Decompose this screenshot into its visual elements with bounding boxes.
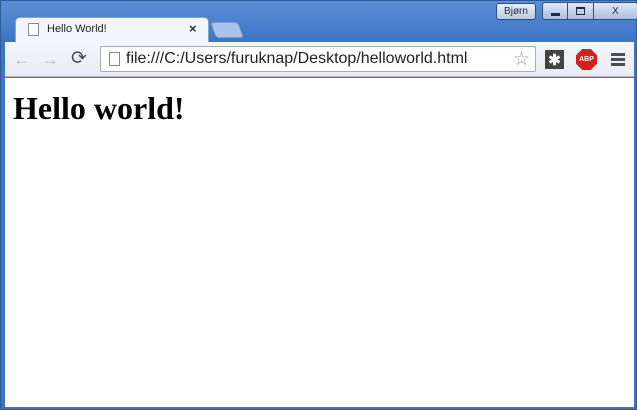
user-profile-button[interactable]: Bjørn	[496, 3, 536, 20]
new-tab-button[interactable]	[210, 22, 244, 38]
back-arrow-icon[interactable]: ←	[13, 49, 31, 69]
maximize-icon	[576, 7, 585, 15]
window-controls: X	[542, 2, 637, 20]
minimize-icon	[550, 12, 560, 16]
tab-title: Hello World!	[47, 23, 107, 35]
reload-icon[interactable]: ⟳	[71, 49, 87, 69]
address-bar[interactable]: file:///C:/Users/furuknap/Desktop/hellow…	[100, 46, 536, 72]
menu-icon[interactable]	[611, 53, 625, 68]
adblock-icon[interactable]: ABP	[576, 49, 597, 70]
forward-arrow-icon[interactable]: →	[41, 49, 59, 69]
star-icon[interactable]: ☆	[513, 48, 530, 71]
page-icon	[28, 23, 39, 36]
page-heading: Hello world!	[13, 90, 185, 126]
tab-hello-world[interactable]: Hello World! ×	[15, 17, 209, 42]
toolbar: ← → ⟳ file:///C:/Users/furuknap/Desktop/…	[5, 42, 634, 77]
tab-close-icon[interactable]: ×	[189, 21, 197, 36]
url-text[interactable]: file:///C:/Users/furuknap/Desktop/hellow…	[126, 50, 467, 68]
title-bar: Hello World! × Bjørn X	[1, 1, 637, 42]
extension-icon[interactable]: ✱	[545, 50, 564, 69]
minimize-button[interactable]	[542, 2, 568, 20]
page-icon	[109, 52, 120, 66]
page-content: Hello world!	[5, 78, 634, 407]
maximize-button[interactable]	[568, 2, 594, 20]
browser-window: Hello World! × Bjørn X ← → ⟳ file:///C:/…	[0, 0, 637, 410]
close-window-button[interactable]: X	[594, 2, 637, 20]
